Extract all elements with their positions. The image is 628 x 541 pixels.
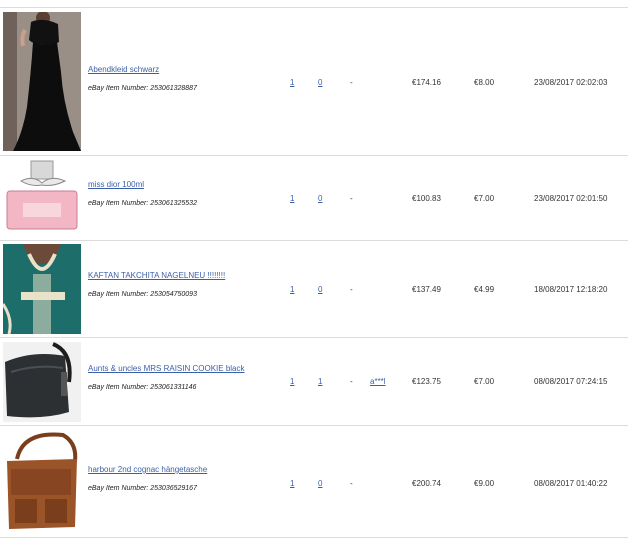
item-thumbnail[interactable]: [3, 429, 81, 533]
item-number: eBay Item Number: 253061325532: [88, 200, 197, 207]
bids-count-link[interactable]: 1: [290, 285, 294, 294]
watchers-count-link[interactable]: 0: [318, 194, 322, 203]
sale-price: €123.75: [412, 377, 441, 386]
item-thumbnail[interactable]: [3, 12, 81, 151]
sale-price: €100.83: [412, 194, 441, 203]
listing-title-link[interactable]: miss dior 100ml: [88, 180, 144, 189]
end-date: 23/08/2017 02:02:03: [534, 78, 608, 87]
separator: -: [350, 78, 353, 87]
separator: -: [350, 194, 353, 203]
sale-price: €137.49: [412, 285, 441, 294]
table-row: miss dior 100ml eBay Item Number: 253061…: [0, 155, 628, 241]
perfume-bottle-photo-icon: [3, 159, 81, 237]
end-date: 18/08/2017 12:18:20: [534, 285, 608, 294]
sale-price: €174.16: [412, 78, 441, 87]
shipping-cost: €9.00: [474, 479, 495, 488]
item-number: eBay Item Number: 253036529167: [88, 485, 197, 492]
shipping-cost: €7.00: [474, 377, 495, 386]
sale-price: €200.74: [412, 479, 441, 488]
shipping-cost: €8.00: [474, 78, 495, 87]
bids-count-link[interactable]: 1: [290, 78, 294, 87]
watchers-count-link[interactable]: 1: [318, 377, 322, 386]
watchers-count-link[interactable]: 0: [318, 78, 322, 87]
bids-count-link[interactable]: 1: [290, 377, 294, 386]
teal-kaftan-photo-icon: [3, 244, 81, 334]
listing-title-link[interactable]: KAFTAN TAKCHITA NAGELNEU !!!!!!!!: [88, 271, 225, 280]
listing-title-link[interactable]: Abendkleid schwarz: [88, 65, 159, 74]
bids-count-link[interactable]: 1: [290, 194, 294, 203]
item-thumbnail[interactable]: [3, 342, 81, 422]
shipping-cost: €4.99: [474, 285, 495, 294]
separator: -: [350, 479, 353, 488]
watchers-count-link[interactable]: 0: [318, 479, 322, 488]
table-row: Aunts & uncles MRS RAISIN COOKIE black e…: [0, 337, 628, 426]
table-row: Abendkleid schwarz eBay Item Number: 253…: [0, 7, 628, 156]
black-evening-dress-photo-icon: [3, 12, 81, 151]
bids-count-link[interactable]: 1: [290, 479, 294, 488]
sold-listings-table: Abendkleid schwarz eBay Item Number: 253…: [0, 0, 628, 541]
table-row: KAFTAN TAKCHITA NAGELNEU !!!!!!!! eBay I…: [0, 240, 628, 338]
cognac-leather-bag-photo-icon: [3, 429, 81, 533]
end-date: 08/08/2017 01:40:22: [534, 479, 608, 488]
item-thumbnail[interactable]: [3, 244, 81, 334]
separator: -: [350, 377, 353, 386]
separator: -: [350, 285, 353, 294]
end-date: 08/08/2017 07:24:15: [534, 377, 608, 386]
item-number: eBay Item Number: 253054750093: [88, 291, 197, 298]
item-thumbnail[interactable]: [3, 159, 81, 237]
table-row: harbour 2nd cognac hängetasche eBay Item…: [0, 425, 628, 538]
black-leather-bag-photo-icon: [3, 342, 81, 422]
watchers-count-link[interactable]: 0: [318, 285, 322, 294]
item-number: eBay Item Number: 253061328887: [88, 85, 197, 92]
item-number: eBay Item Number: 253061331146: [88, 384, 197, 391]
end-date: 23/08/2017 02:01:50: [534, 194, 608, 203]
listing-title-link[interactable]: Aunts & uncles MRS RAISIN COOKIE black: [88, 364, 245, 373]
buyer-link[interactable]: a***l: [370, 377, 386, 386]
shipping-cost: €7.00: [474, 194, 495, 203]
listing-title-link[interactable]: harbour 2nd cognac hängetasche: [88, 465, 207, 474]
